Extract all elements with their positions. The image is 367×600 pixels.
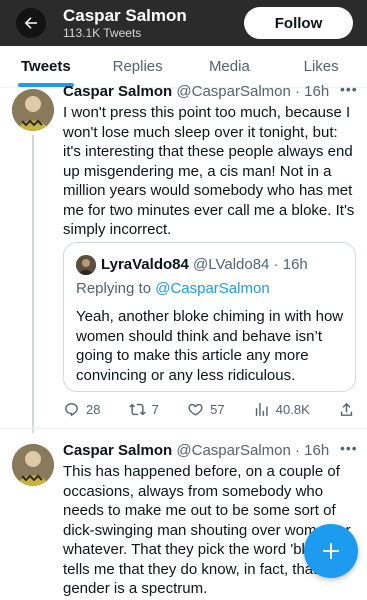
compose-button[interactable] bbox=[304, 524, 358, 578]
more-horizontal-icon[interactable]: ••• bbox=[340, 81, 358, 97]
arrow-left-icon bbox=[24, 17, 37, 29]
profile-name: Caspar Salmon bbox=[63, 6, 187, 25]
tab-label: Media bbox=[208, 58, 250, 75]
views-chart-icon bbox=[255, 402, 268, 416]
views-button[interactable]: 40.8K bbox=[253, 401, 310, 418]
author-name[interactable]: Caspar Salmon bbox=[63, 83, 172, 100]
author-name[interactable]: Caspar Salmon bbox=[63, 442, 172, 459]
reply-count: 28 bbox=[86, 401, 101, 417]
tab-media[interactable]: Media bbox=[184, 46, 276, 87]
avatar[interactable] bbox=[12, 444, 54, 486]
quote-author-handle: @LValdo84 bbox=[193, 256, 270, 273]
quote-author-name: LyraValdo84 bbox=[101, 256, 189, 273]
share-icon bbox=[340, 402, 353, 416]
share-button[interactable] bbox=[338, 401, 355, 418]
thread-line bbox=[32, 135, 34, 433]
avatar-image bbox=[12, 444, 54, 486]
tweet[interactable]: Caspar Salmon @CasparSalmon · 16h ••• Th… bbox=[0, 440, 367, 600]
avatar-image bbox=[12, 89, 54, 131]
quote-header: LyraValdo84 @LValdo84 · 16h bbox=[101, 256, 308, 273]
tab-label: Tweets bbox=[21, 58, 71, 75]
like-count: 57 bbox=[210, 401, 225, 417]
tweet-header: Caspar Salmon @CasparSalmon · 16h bbox=[63, 83, 329, 100]
tweet-count: 113.1K Tweets bbox=[63, 26, 142, 40]
replying-to: Replying to @CasparSalmon bbox=[76, 280, 270, 297]
avatar[interactable] bbox=[12, 89, 54, 131]
retweet-icon bbox=[129, 403, 146, 415]
profile-header: Caspar Salmon 113.1K Tweets Follow bbox=[0, 0, 367, 46]
replying-to-mention[interactable]: @CasparSalmon bbox=[155, 280, 269, 297]
author-handle[interactable]: @CasparSalmon bbox=[176, 83, 290, 100]
tweet-divider bbox=[0, 428, 367, 429]
tweet[interactable]: Caspar Salmon @CasparSalmon · 16h ••• I … bbox=[0, 81, 367, 433]
tweet-header: Caspar Salmon @CasparSalmon · 16h bbox=[63, 442, 329, 459]
retweet-button[interactable]: 7 bbox=[129, 401, 159, 418]
tweet-text: I won't press this point too much, becau… bbox=[63, 104, 355, 238]
back-button[interactable] bbox=[16, 8, 46, 38]
quote-time: · 16h bbox=[273, 256, 308, 273]
author-handle[interactable]: @CasparSalmon bbox=[176, 442, 290, 459]
quote-avatar bbox=[76, 255, 96, 275]
quoted-tweet[interactable]: LyraValdo84 @LValdo84 · 16h Replying to … bbox=[63, 242, 356, 392]
tab-tweets[interactable]: Tweets bbox=[0, 46, 92, 87]
more-horizontal-icon[interactable]: ••• bbox=[340, 440, 358, 456]
tweet-time[interactable]: · 16h bbox=[295, 83, 329, 100]
tweet-text: This has happened before, on a couple of… bbox=[63, 463, 351, 597]
tweet-time[interactable]: · 16h bbox=[295, 442, 329, 459]
like-button[interactable]: 57 bbox=[187, 401, 225, 418]
plus-icon bbox=[323, 543, 339, 559]
tweet-actions: 28 7 57 40.8K bbox=[63, 399, 355, 419]
profile-tabs: Tweets Replies Media Likes bbox=[0, 46, 367, 88]
tab-label: Replies bbox=[112, 58, 163, 75]
follow-button[interactable]: Follow bbox=[244, 7, 353, 39]
retweet-count: 7 bbox=[151, 401, 159, 417]
replying-to-prefix: Replying to bbox=[76, 280, 156, 297]
view-count: 40.8K bbox=[275, 401, 310, 417]
reply-icon bbox=[65, 402, 78, 416]
tab-replies[interactable]: Replies bbox=[92, 46, 184, 87]
reply-button[interactable]: 28 bbox=[63, 401, 100, 418]
quote-text: Yeah, another bloke chiming in with how … bbox=[76, 308, 344, 384]
heart-icon bbox=[188, 403, 203, 416]
tab-label: Likes bbox=[303, 58, 339, 75]
